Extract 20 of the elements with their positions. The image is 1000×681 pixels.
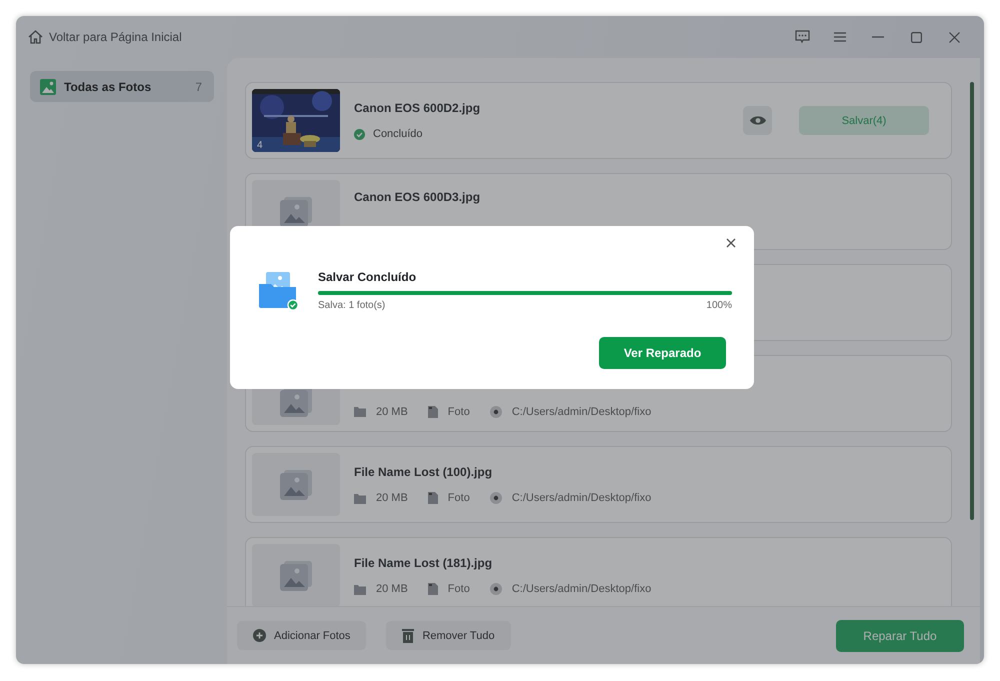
photo-count: 7 — [195, 80, 202, 94]
progress-percent: 100% — [706, 300, 732, 311]
file-size: 20 MB — [376, 492, 408, 504]
file-path: C:/Users/admin/Desktop/fixo — [512, 492, 652, 504]
sidebar-label: Todas as Fotos — [64, 80, 152, 94]
status-text: Concluído — [373, 128, 423, 140]
dialog-title: Salvar Concluído — [318, 270, 418, 284]
file-size: 20 MB — [376, 406, 408, 418]
file-type: Foto — [448, 406, 470, 418]
file-type: Foto — [448, 492, 470, 504]
file-name: File Name Lost (100).jpg — [354, 465, 494, 479]
progress-detail: Salva: 1 foto(s) — [318, 300, 386, 311]
file-type: Foto — [448, 583, 470, 595]
file-size: 20 MB — [376, 583, 408, 595]
file-name: File Name Lost (181).jpg — [354, 556, 494, 570]
file-path: C:/Users/admin/Desktop/fixo — [512, 583, 652, 595]
file-name: Canon EOS 600D2.jpg — [354, 101, 482, 115]
file-path: C:/Users/admin/Desktop/fixo — [512, 406, 652, 418]
photo-count: 4 — [257, 140, 263, 151]
file-name: Canon EOS 600D3.jpg — [354, 190, 482, 204]
